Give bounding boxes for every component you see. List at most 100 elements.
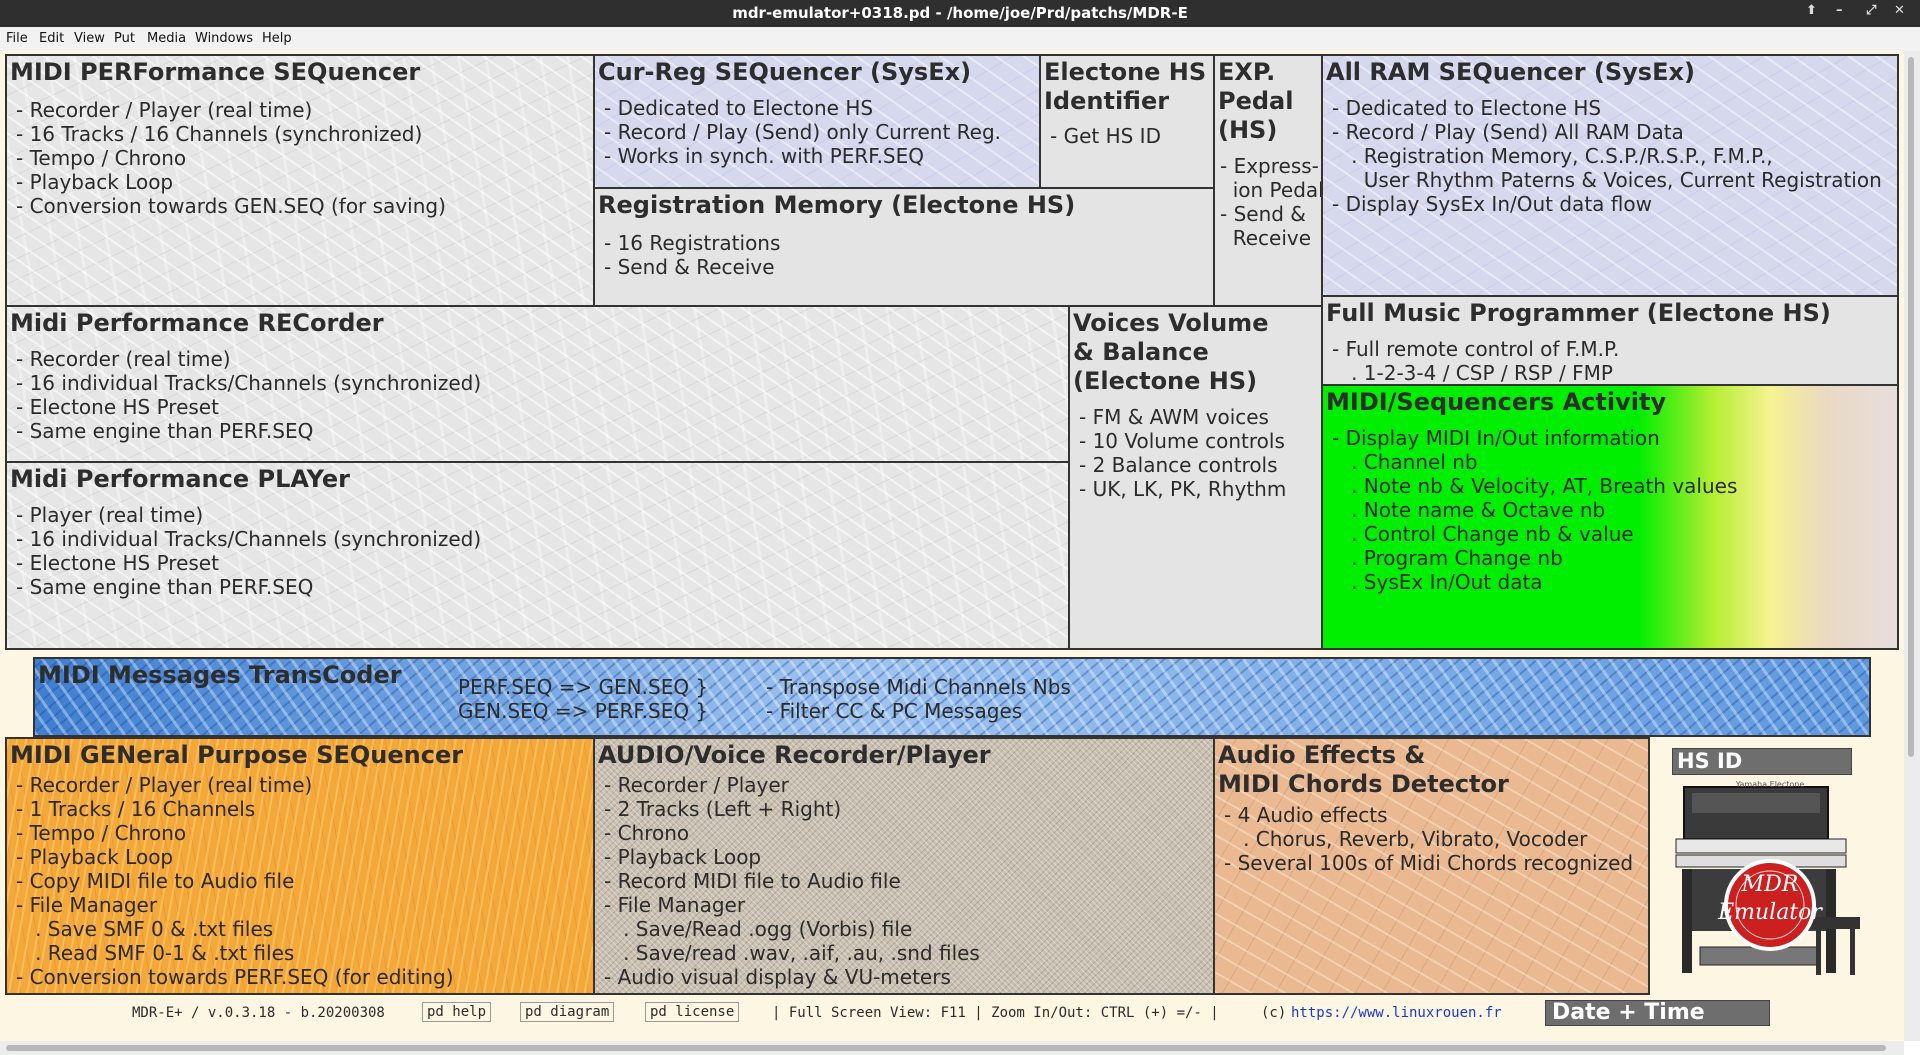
website-link[interactable]: https://www.linuxrouen.fr (1291, 1005, 1502, 1021)
menu-view[interactable]: View (74, 31, 105, 46)
pd-help-button[interactable]: pd help (422, 1002, 492, 1022)
feature-item: - Tempo / Chrono (16, 146, 187, 170)
panel-title: Audio Effects & MIDI Chords Detector (1218, 741, 1509, 798)
feature-item: - Electone HS Preset (16, 551, 219, 575)
feature-item: - File Manager (604, 893, 746, 917)
feature-item: - Send & (1220, 202, 1306, 226)
panel-midi-transcoder[interactable]: MIDI Messages TransCoder PERF.SEQ => GEN… (33, 657, 1871, 737)
panel-audio-recorder[interactable]: AUDIO/Voice Recorder/Player - Recorder /… (593, 737, 1215, 995)
minimize-icon[interactable]: – (1836, 3, 1843, 18)
copyright-label: (c) (1261, 1005, 1287, 1021)
panel-voices-volume[interactable]: Voices Volume & Balance (Electone HS) - … (1068, 305, 1323, 650)
feature-item: . SysEx In/Out data (1332, 570, 1543, 594)
feature-item: - Playback Loop (16, 845, 174, 869)
feature-item: - Record / Play (Send) All RAM Data (1332, 120, 1684, 144)
menu-windows[interactable]: Windows (195, 31, 253, 46)
feature-item: . Read SMF 0-1 & .txt files (16, 941, 295, 965)
panel-hs-identifier[interactable]: Electone HS Identifier - Get HS ID (1039, 54, 1215, 189)
feature-item: - 10 Volume controls (1079, 429, 1285, 453)
panel-gen-seq[interactable]: MIDI GENeral Purpose SEQuencer - Recorde… (5, 737, 595, 995)
feature-item: - Express- (1220, 154, 1319, 178)
feature-item: - Player (real time) (16, 503, 204, 527)
feature-list: - Recorder (real time) - 16 individual T… (16, 347, 481, 443)
feature-list: - Recorder / Player (real time) - 1 Trac… (16, 773, 454, 989)
panel-registration-memory[interactable]: Registration Memory (Electone HS) - 16 R… (593, 187, 1215, 307)
feature-list: - Recorder / Player - 2 Tracks (Left + R… (604, 773, 980, 989)
feature-item: - Copy MIDI file to Audio file (16, 869, 295, 893)
panel-full-music-programmer[interactable]: Full Music Programmer (Electone HS) - Fu… (1321, 295, 1899, 386)
feature-list: - 16 Registrations - Send & Receive (604, 231, 780, 279)
panel-audio-effects[interactable]: Audio Effects & MIDI Chords Detector - 4… (1213, 737, 1650, 995)
logo-bottom-text: Emulator (1717, 900, 1823, 925)
pd-license-button[interactable]: pd license (645, 1002, 740, 1022)
feature-item: - Record / Play (Send) only Current Reg. (604, 120, 1002, 144)
hs-id-display[interactable]: HS ID (1672, 748, 1852, 775)
patch-canvas[interactable]: MIDI PERFormance SEQuencer - Recorder / … (0, 51, 1904, 1041)
pin-icon[interactable]: ⬆ (1806, 3, 1817, 18)
feature-item: ion Pedal (1220, 178, 1323, 202)
feature-item: - Display MIDI In/Out information (1332, 426, 1660, 450)
panel-perf-player[interactable]: Midi Performance PLAYer - Player (real t… (5, 461, 1070, 650)
feature-item: - Several 100s of Midi Chords recognized (1224, 851, 1634, 875)
feature-item: . Note name & Octave nb (1332, 498, 1606, 522)
feature-list: - Dedicated to Electone HS - Record / Pl… (1332, 96, 1882, 216)
feature-item: - UK, LK, PK, Rhythm (1079, 477, 1287, 501)
panel-all-ram-seq[interactable]: All RAM SEQuencer (SysEx) - Dedicated to… (1321, 54, 1899, 297)
electone-organ-logo: MDR Emulator Yamaha Electone (1675, 780, 1860, 975)
panel-title: Midi Performance RECorder (10, 309, 384, 337)
feature-item: - File Manager (16, 893, 158, 917)
feature-list: - Display MIDI In/Out information . Chan… (1332, 426, 1737, 594)
feature-list: - Dedicated to Electone HS - Record / Pl… (604, 96, 1001, 168)
panel-title: Voices Volume & Balance (Electone HS) (1073, 309, 1269, 395)
feature-list: - 4 Audio effects . Chorus, Reverb, Vibr… (1224, 803, 1633, 875)
pd-diagram-button[interactable]: pd diagram (520, 1002, 615, 1022)
vertical-scrollbar[interactable] (1904, 51, 1920, 1041)
feature-item: - Electone HS Preset (16, 395, 219, 419)
feature-item: - 16 Tracks / 16 Channels (synchronized) (16, 122, 423, 146)
panel-exp-pedal[interactable]: EXP. Pedal (HS) - Express- ion Pedal - S… (1213, 54, 1323, 307)
feature-item: . Registration Memory, C.S.P./R.S.P., F.… (1332, 144, 1773, 168)
feature-item: - Same engine than PERF.SEQ (16, 575, 314, 599)
feature-item: - 4 Audio effects (1224, 803, 1388, 827)
feature-list: - Get HS ID (1050, 124, 1161, 148)
feature-item: - Get HS ID (1050, 124, 1161, 148)
panel-perf-seq[interactable]: MIDI PERFormance SEQuencer - Recorder / … (5, 54, 595, 307)
feature-item: . Program Change nb (1332, 546, 1563, 570)
horizontal-scroll-thumb[interactable] (6, 1045, 1886, 1051)
feature-item: - Tempo / Chrono (16, 821, 187, 845)
horizontal-scrollbar[interactable] (0, 1041, 1904, 1055)
menu-help[interactable]: Help (262, 31, 292, 46)
feature-item: - 2 Tracks (Left + Right) (604, 797, 842, 821)
panel-title: EXP. Pedal (HS) (1218, 58, 1294, 144)
feature-item: . 1-2-3-4 / CSP / RSP / FMP (1332, 361, 1613, 385)
feature-item: - Record MIDI file to Audio file (604, 869, 901, 893)
panel-cur-reg-seq[interactable]: Cur-Reg SEQuencer (SysEx) - Dedicated to… (593, 54, 1041, 189)
panel-perf-recorder[interactable]: Midi Performance RECorder - Recorder (re… (5, 305, 1070, 463)
feature-item: Receive (1220, 226, 1312, 250)
panel-title: MIDI Messages TransCoder (38, 661, 402, 689)
feature-item: . Save/read .wav, .aif, .au, .snd files (604, 941, 980, 965)
menu-media[interactable]: Media (147, 31, 186, 46)
feature-item: - Dedicated to Electone HS (1332, 96, 1602, 120)
panel-title: Cur-Reg SEQuencer (SysEx) (598, 58, 972, 86)
feature-item: . Channel nb (1332, 450, 1478, 474)
feature-item: - 16 individual Tracks/Channels (synchro… (16, 527, 482, 551)
panel-sequencers-activity[interactable]: MIDI/Sequencers Activity - Display MIDI … (1321, 384, 1899, 650)
feature-item: . Note nb & Velocity, AT, Breath values (1332, 474, 1738, 498)
menu-put[interactable]: Put (114, 31, 135, 46)
vertical-scroll-thumb[interactable] (1908, 57, 1914, 757)
date-time-display: Date + Time (1545, 1000, 1770, 1026)
feature-item: - Playback Loop (16, 170, 174, 194)
menu-bar: File Edit View Put Media Windows Help (0, 27, 1920, 51)
feature-item: - FM & AWM voices (1079, 405, 1269, 429)
menu-edit[interactable]: Edit (39, 31, 64, 46)
feature-item: - Works in synch. with PERF.SEQ (604, 144, 925, 168)
panel-title: Electone HS Identifier (1044, 58, 1207, 115)
maximize-icon[interactable]: ⤢ (1866, 3, 1876, 18)
menu-file[interactable]: File (6, 31, 28, 46)
feature-item: - 16 individual Tracks/Channels (synchro… (16, 371, 482, 395)
feature-item: - Display SysEx In/Out data flow (1332, 192, 1652, 216)
feature-list: - Full remote control of F.M.P. . 1-2-3-… (1332, 337, 1619, 385)
feature-item: - 16 Registrations (604, 231, 781, 255)
close-icon[interactable]: ✕ (1894, 3, 1905, 18)
